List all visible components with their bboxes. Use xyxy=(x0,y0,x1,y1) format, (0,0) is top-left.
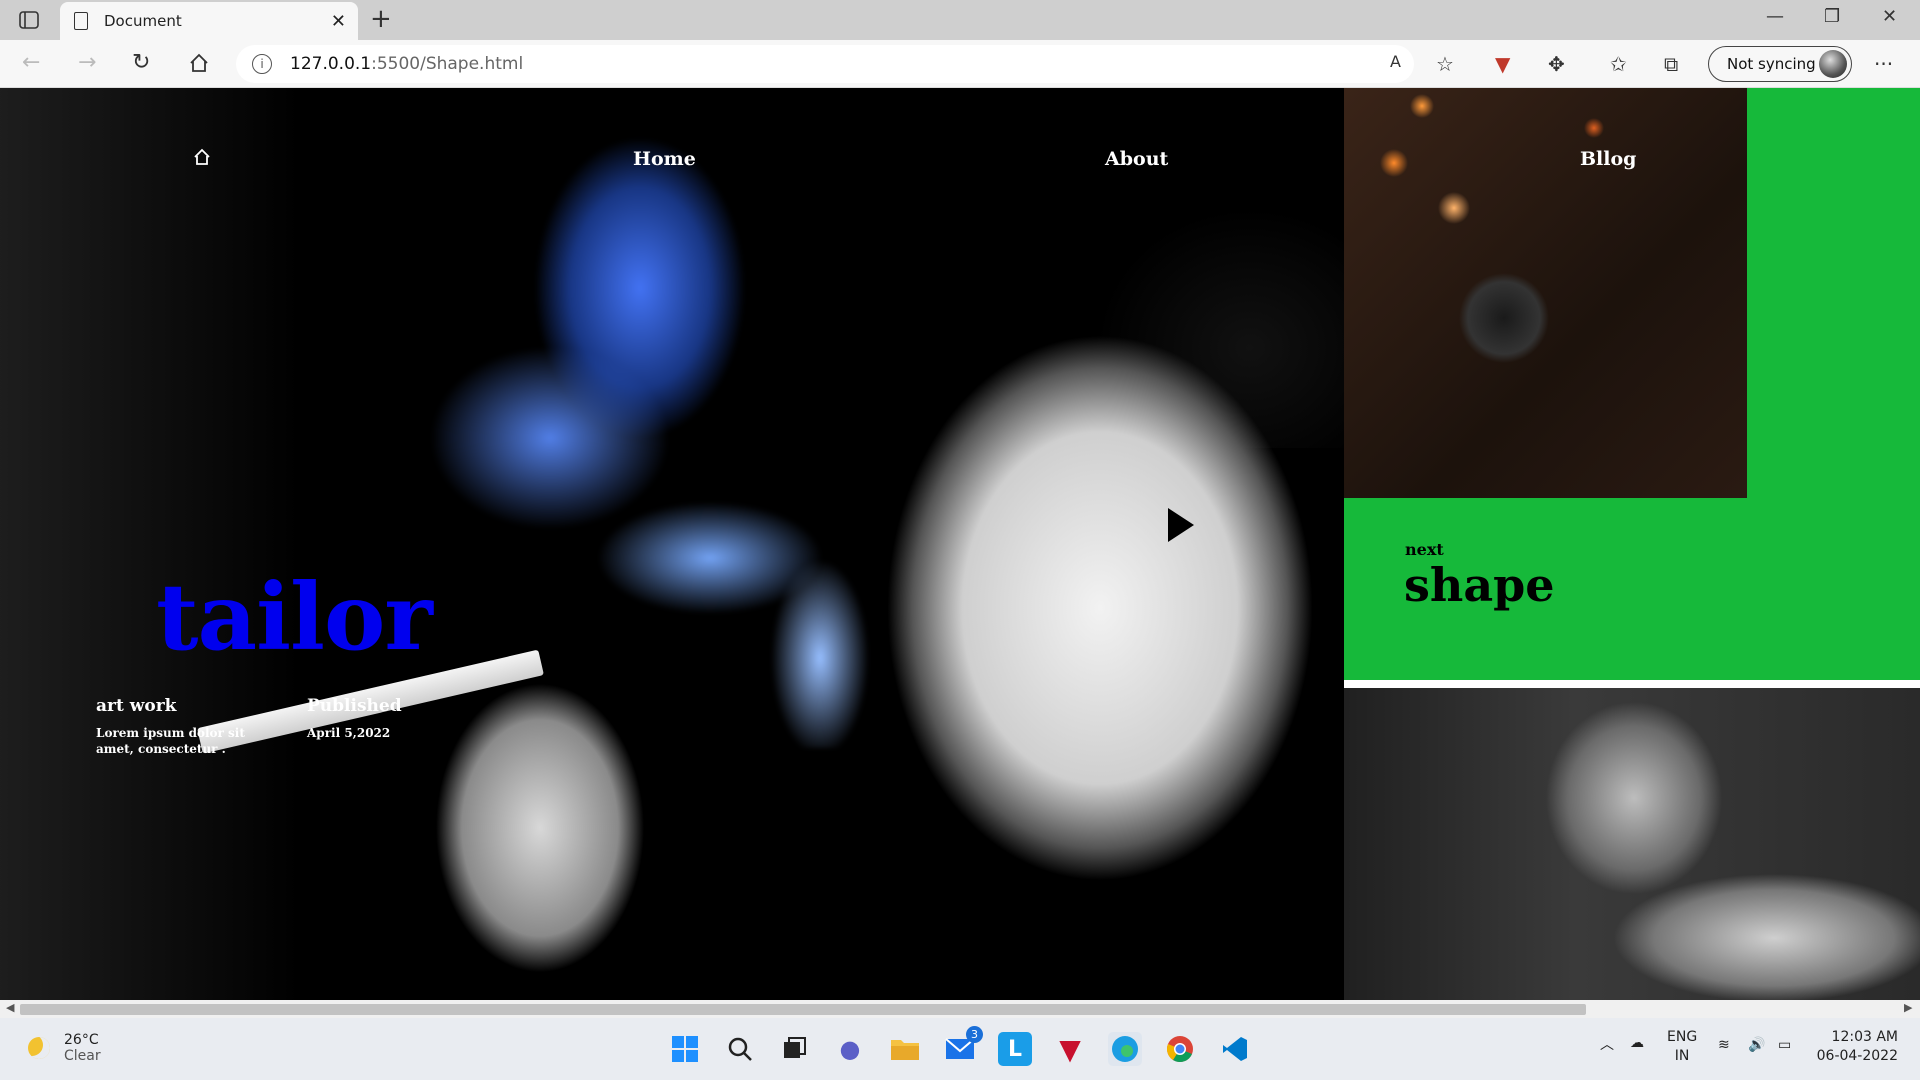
chrome-icon[interactable] xyxy=(1163,1032,1197,1066)
tray-overflow-icon[interactable]: ︿ xyxy=(1600,1036,1614,1055)
scroll-left-icon[interactable]: ◀ xyxy=(6,1001,14,1014)
weather-widget[interactable]: 26°C Clear xyxy=(28,1032,101,1064)
lang-bottom: IN xyxy=(1674,1048,1690,1064)
hero-image xyxy=(0,88,1344,1000)
browser-tab-bar: Document ✕ + — ❐ ✕ xyxy=(0,0,1920,40)
restore-button[interactable]: ❐ xyxy=(1824,6,1840,27)
weather-desc: Clear xyxy=(64,1048,101,1064)
browser-tab[interactable]: Document ✕ xyxy=(60,2,358,40)
profile-sync-button[interactable]: Not syncing xyxy=(1708,46,1852,82)
back-icon[interactable]: ← xyxy=(22,50,40,75)
divider xyxy=(1344,680,1920,688)
file-explorer-icon[interactable] xyxy=(888,1032,922,1066)
home-browser-icon[interactable] xyxy=(188,52,210,74)
camera-photo xyxy=(1344,88,1747,498)
weather-temp: 26°C xyxy=(64,1032,99,1048)
lang-top: ENG xyxy=(1667,1029,1698,1045)
vscode-icon[interactable] xyxy=(1218,1032,1252,1066)
address-toolbar: ← → ↻ i 127.0.0.1:5500/Shape.html A ☆ ▼ … xyxy=(0,40,1920,88)
moon-icon xyxy=(28,1037,50,1059)
url-host: 127.0.0.1 xyxy=(290,54,372,74)
scroll-right-icon[interactable]: ▶ xyxy=(1904,1001,1912,1014)
play-icon[interactable] xyxy=(1168,508,1194,542)
add-favorite-icon[interactable]: ☆ xyxy=(1436,52,1454,76)
chat-icon[interactable]: ● xyxy=(833,1032,867,1066)
windows-taskbar: 26°C Clear ● 3 L ▼ ︿ ☁ ENG IN ≋ 🔊 ▭ 12:0… xyxy=(0,1018,1920,1080)
mcafee-extension-icon[interactable]: ▼ xyxy=(1495,52,1510,76)
battery-icon[interactable]: ▭ xyxy=(1778,1036,1791,1055)
page-title: tailor xyxy=(156,563,433,671)
shape-link[interactable]: shape xyxy=(1404,558,1555,612)
horizontal-scrollbar[interactable]: ◀ ▶ xyxy=(0,1000,1920,1018)
start-icon[interactable] xyxy=(668,1032,702,1066)
art-work-text: Lorem ipsum dolor sit amet, consectetur … xyxy=(96,726,245,756)
nav-home-link[interactable]: Home xyxy=(633,148,696,170)
url-field[interactable]: i 127.0.0.1:5500/Shape.html xyxy=(236,45,1414,83)
portrait-photo xyxy=(1344,688,1920,1000)
nav-blog-link[interactable]: Bllog xyxy=(1580,148,1636,170)
url-path: :5500/Shape.html xyxy=(371,54,524,74)
page-viewport: Home About Bllog tailor art work Lorem i… xyxy=(0,88,1920,1000)
next-label: next xyxy=(1405,540,1444,559)
more-menu-icon[interactable]: ··· xyxy=(1874,52,1893,76)
collections-icon[interactable]: ⧉ xyxy=(1664,52,1678,76)
published-date: April 5,2022 xyxy=(307,726,391,740)
minimize-button[interactable]: — xyxy=(1766,6,1784,27)
art-work-heading: art work xyxy=(96,696,177,716)
volume-icon[interactable]: 🔊 xyxy=(1748,1036,1765,1055)
tab-title: Document xyxy=(104,12,182,30)
new-tab-button[interactable]: + xyxy=(370,4,392,34)
time: 12:03 AM xyxy=(1831,1029,1898,1045)
onedrive-icon[interactable]: ☁ xyxy=(1630,1034,1644,1053)
tab-close-button[interactable]: ✕ xyxy=(331,11,346,32)
tab-actions-icon[interactable] xyxy=(18,10,40,30)
task-view-icon[interactable] xyxy=(778,1032,812,1066)
site-info-icon[interactable]: i xyxy=(252,54,272,74)
date: 06-04-2022 xyxy=(1816,1048,1898,1064)
edge-icon[interactable] xyxy=(1108,1032,1142,1066)
l-app-icon[interactable]: L xyxy=(998,1032,1032,1066)
background-shade xyxy=(0,88,300,1000)
refresh-icon[interactable]: ↻ xyxy=(132,50,150,75)
home-icon[interactable] xyxy=(193,148,211,166)
document-icon xyxy=(74,12,88,30)
published-heading: Published xyxy=(307,696,402,716)
forward-icon[interactable]: → xyxy=(78,50,96,75)
mail-badge: 3 xyxy=(966,1026,983,1043)
language-indicator[interactable]: ENG IN xyxy=(1667,1028,1697,1066)
window-close-button[interactable]: ✕ xyxy=(1882,6,1897,27)
wifi-icon[interactable]: ≋ xyxy=(1718,1036,1730,1055)
search-icon[interactable] xyxy=(723,1032,757,1066)
nav-about-link[interactable]: About xyxy=(1105,148,1168,170)
mail-icon[interactable]: 3 xyxy=(943,1026,983,1066)
favorites-icon[interactable]: ✩ xyxy=(1610,52,1627,76)
read-aloud-icon[interactable]: A xyxy=(1390,52,1401,71)
extensions-icon[interactable]: ✥ xyxy=(1548,52,1565,76)
sync-label: Not syncing xyxy=(1727,55,1816,73)
avatar xyxy=(1819,50,1847,78)
clock[interactable]: 12:03 AM 06-04-2022 xyxy=(1812,1028,1898,1066)
face xyxy=(860,208,1344,888)
mcafee-icon[interactable]: ▼ xyxy=(1053,1032,1087,1066)
scrollbar-thumb[interactable] xyxy=(20,1004,1586,1015)
